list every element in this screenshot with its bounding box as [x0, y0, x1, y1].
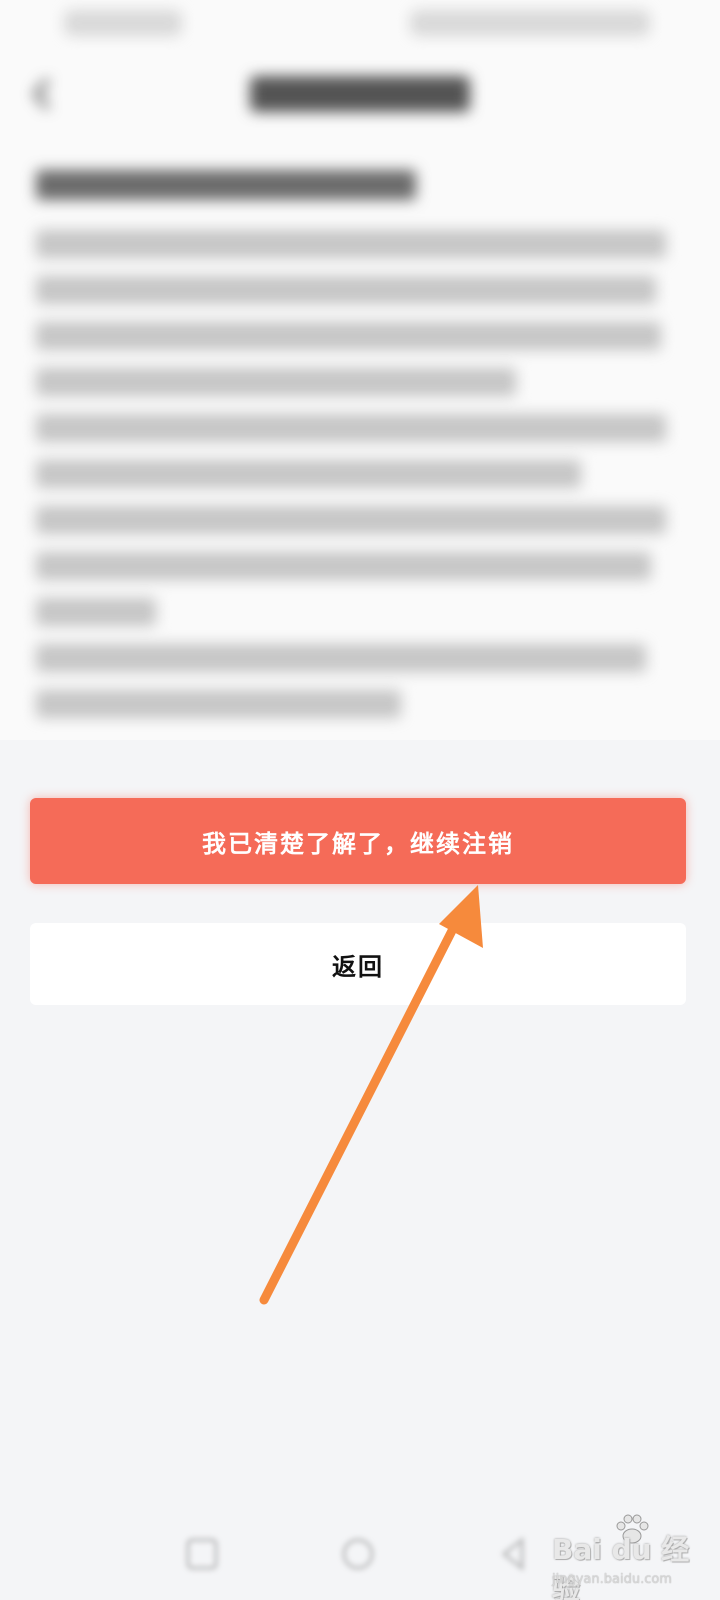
notice-line: [36, 506, 666, 534]
confirm-deregister-label: 我已清楚了解了，继续注销: [202, 828, 514, 858]
back-arrow-icon[interactable]: [28, 76, 58, 112]
watermark-brand: Bai du 经验: [552, 1533, 690, 1600]
status-icons: [410, 10, 650, 36]
page-title: [250, 76, 470, 112]
notice-line: [36, 414, 666, 442]
notice-line: [36, 552, 651, 580]
notice-line: [36, 230, 666, 258]
nav-home-icon[interactable]: [338, 1534, 378, 1574]
notice-line: [36, 322, 661, 350]
content-panel: [0, 0, 720, 740]
notice-line: [36, 598, 156, 626]
notice-heading: [36, 170, 416, 200]
notice-line: [36, 368, 516, 396]
notice-line: [36, 460, 581, 488]
nav-back-icon[interactable]: [182, 1534, 222, 1574]
notice-line: [36, 276, 656, 304]
nav-recent-icon[interactable]: [494, 1534, 534, 1574]
back-button[interactable]: 返回: [30, 923, 686, 1005]
watermark-url: jingyan.baidu.com: [552, 1572, 672, 1587]
header-bar: [0, 58, 720, 130]
notice-text: [36, 170, 676, 736]
notice-line: [36, 644, 646, 672]
back-button-label: 返回: [332, 951, 384, 981]
notice-line: [36, 690, 401, 718]
confirm-deregister-button[interactable]: 我已清楚了解了，继续注销: [30, 798, 686, 884]
status-time: [64, 10, 182, 36]
baidu-watermark: Bai du 经验 jingyan.baidu.com: [548, 1514, 708, 1600]
status-bar: [0, 0, 720, 52]
